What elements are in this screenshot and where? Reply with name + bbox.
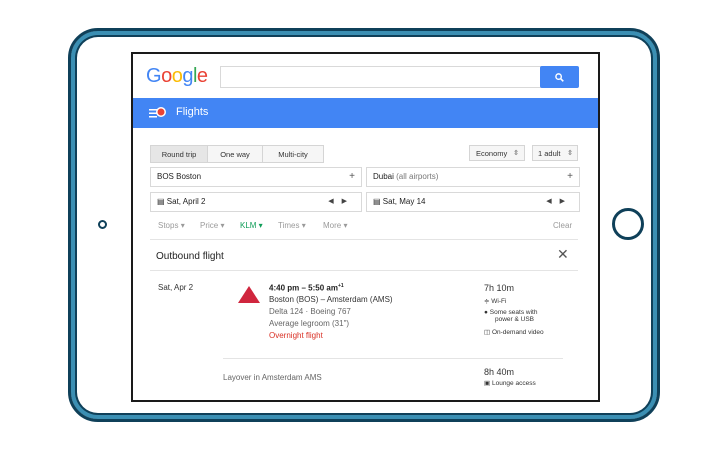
search-icon [555,72,564,82]
power-icon: ● [484,309,488,316]
divider [150,239,578,240]
camera-icon [98,220,107,229]
flights-app-bar: Flights [133,98,598,128]
flight-route: Boston (BOS) – Amsterdam (AMS) [269,295,393,304]
screen: Google Flights Round trip One way Multi-… [131,52,600,402]
origin-field[interactable]: BOS Boston + [150,167,362,187]
overnight-warning: Overnight flight [269,331,323,340]
divider [150,270,578,271]
destination-detail: (all airports) [396,172,439,181]
clear-filters-link[interactable]: Clear [553,221,572,230]
logo-letter: o [171,65,183,87]
flight-number: Delta 124 · Boeing 767 [269,307,351,316]
legroom: Average legroom (31") [269,319,350,328]
destination-field[interactable]: Dubai (all airports) + [366,167,580,187]
date-step-arrows-icon[interactable]: ◀▶ [328,197,355,205]
logo-letter: e [196,65,208,87]
add-destination-icon[interactable]: + [567,171,573,182]
passengers-value: 1 adult [538,148,561,158]
filter-times[interactable]: Times ▾ [278,221,306,230]
depart-date: Sat, April 2 [166,197,206,206]
select-arrows-icon: ⇳ [513,150,519,157]
amenity-power: ● Some seats with [484,309,538,316]
select-arrows-icon: ⇳ [567,150,573,157]
return-date-field[interactable]: ▤ Sat, May 14 ◀▶ [366,192,580,212]
filter-price[interactable]: Price ▾ [200,221,224,230]
calendar-icon: ▤ [373,197,381,206]
delta-logo-icon [238,286,260,303]
cabin-value: Economy [476,148,508,158]
filter-more[interactable]: More ▾ [323,221,347,230]
logo-letter: o [161,65,172,87]
cabin-select[interactable]: Economy ⇳ [469,145,525,161]
search-input[interactable] [220,66,542,88]
amenity-lounge: ▣ Lounge access [484,380,536,387]
flight-times: 4:40 pm – 5:50 am+1 [269,283,344,293]
lounge-icon: ▣ [484,380,491,387]
passengers-select[interactable]: 1 adult ⇳ [532,145,578,161]
day-offset: +1 [337,283,344,289]
calendar-icon: ▤ [157,197,165,206]
tab-round-trip[interactable]: Round trip [150,145,208,163]
amenity-power-line2: power & USB [495,316,535,323]
filter-stops[interactable]: Stops ▾ [158,221,185,230]
origin-code: BOS [157,172,174,181]
layover-info: Layover in Amsterdam AMS [223,373,322,382]
video-icon: ◫ [484,329,491,336]
logo-letter: G [146,65,162,87]
amenity-video: ◫ On-demand video [484,329,544,336]
divider [223,358,563,359]
logo-letter: g [182,65,193,87]
add-origin-icon[interactable]: + [349,171,355,182]
return-date: Sat, May 14 [382,197,426,206]
destination-city: Dubai [373,172,394,181]
outbound-heading: Outbound flight [156,251,224,262]
depart-date-field[interactable]: ▤ Sat, April 2 ◀▶ [150,192,362,212]
tab-one-way[interactable]: One way [207,145,263,163]
flight-date: Sat, Apr 2 [158,283,194,292]
app-title: Flights [176,106,209,118]
flight-duration: 7h 10m [484,283,515,293]
filter-airline[interactable]: KLM ▾ [240,221,263,230]
layover-duration: 8h 40m [484,367,515,377]
flights-menu-icon[interactable] [149,106,167,120]
tab-multi-city[interactable]: Multi-city [262,145,324,163]
google-logo[interactable]: Google [146,65,208,88]
search-button[interactable] [540,66,579,88]
date-step-arrows-icon[interactable]: ◀▶ [546,197,573,205]
origin-city: Boston [176,172,202,181]
amenity-wifi: ≑ Wi-Fi [484,298,507,305]
close-icon[interactable]: ✕ [557,246,569,263]
wifi-icon: ≑ [484,298,490,305]
home-button[interactable] [612,208,644,240]
